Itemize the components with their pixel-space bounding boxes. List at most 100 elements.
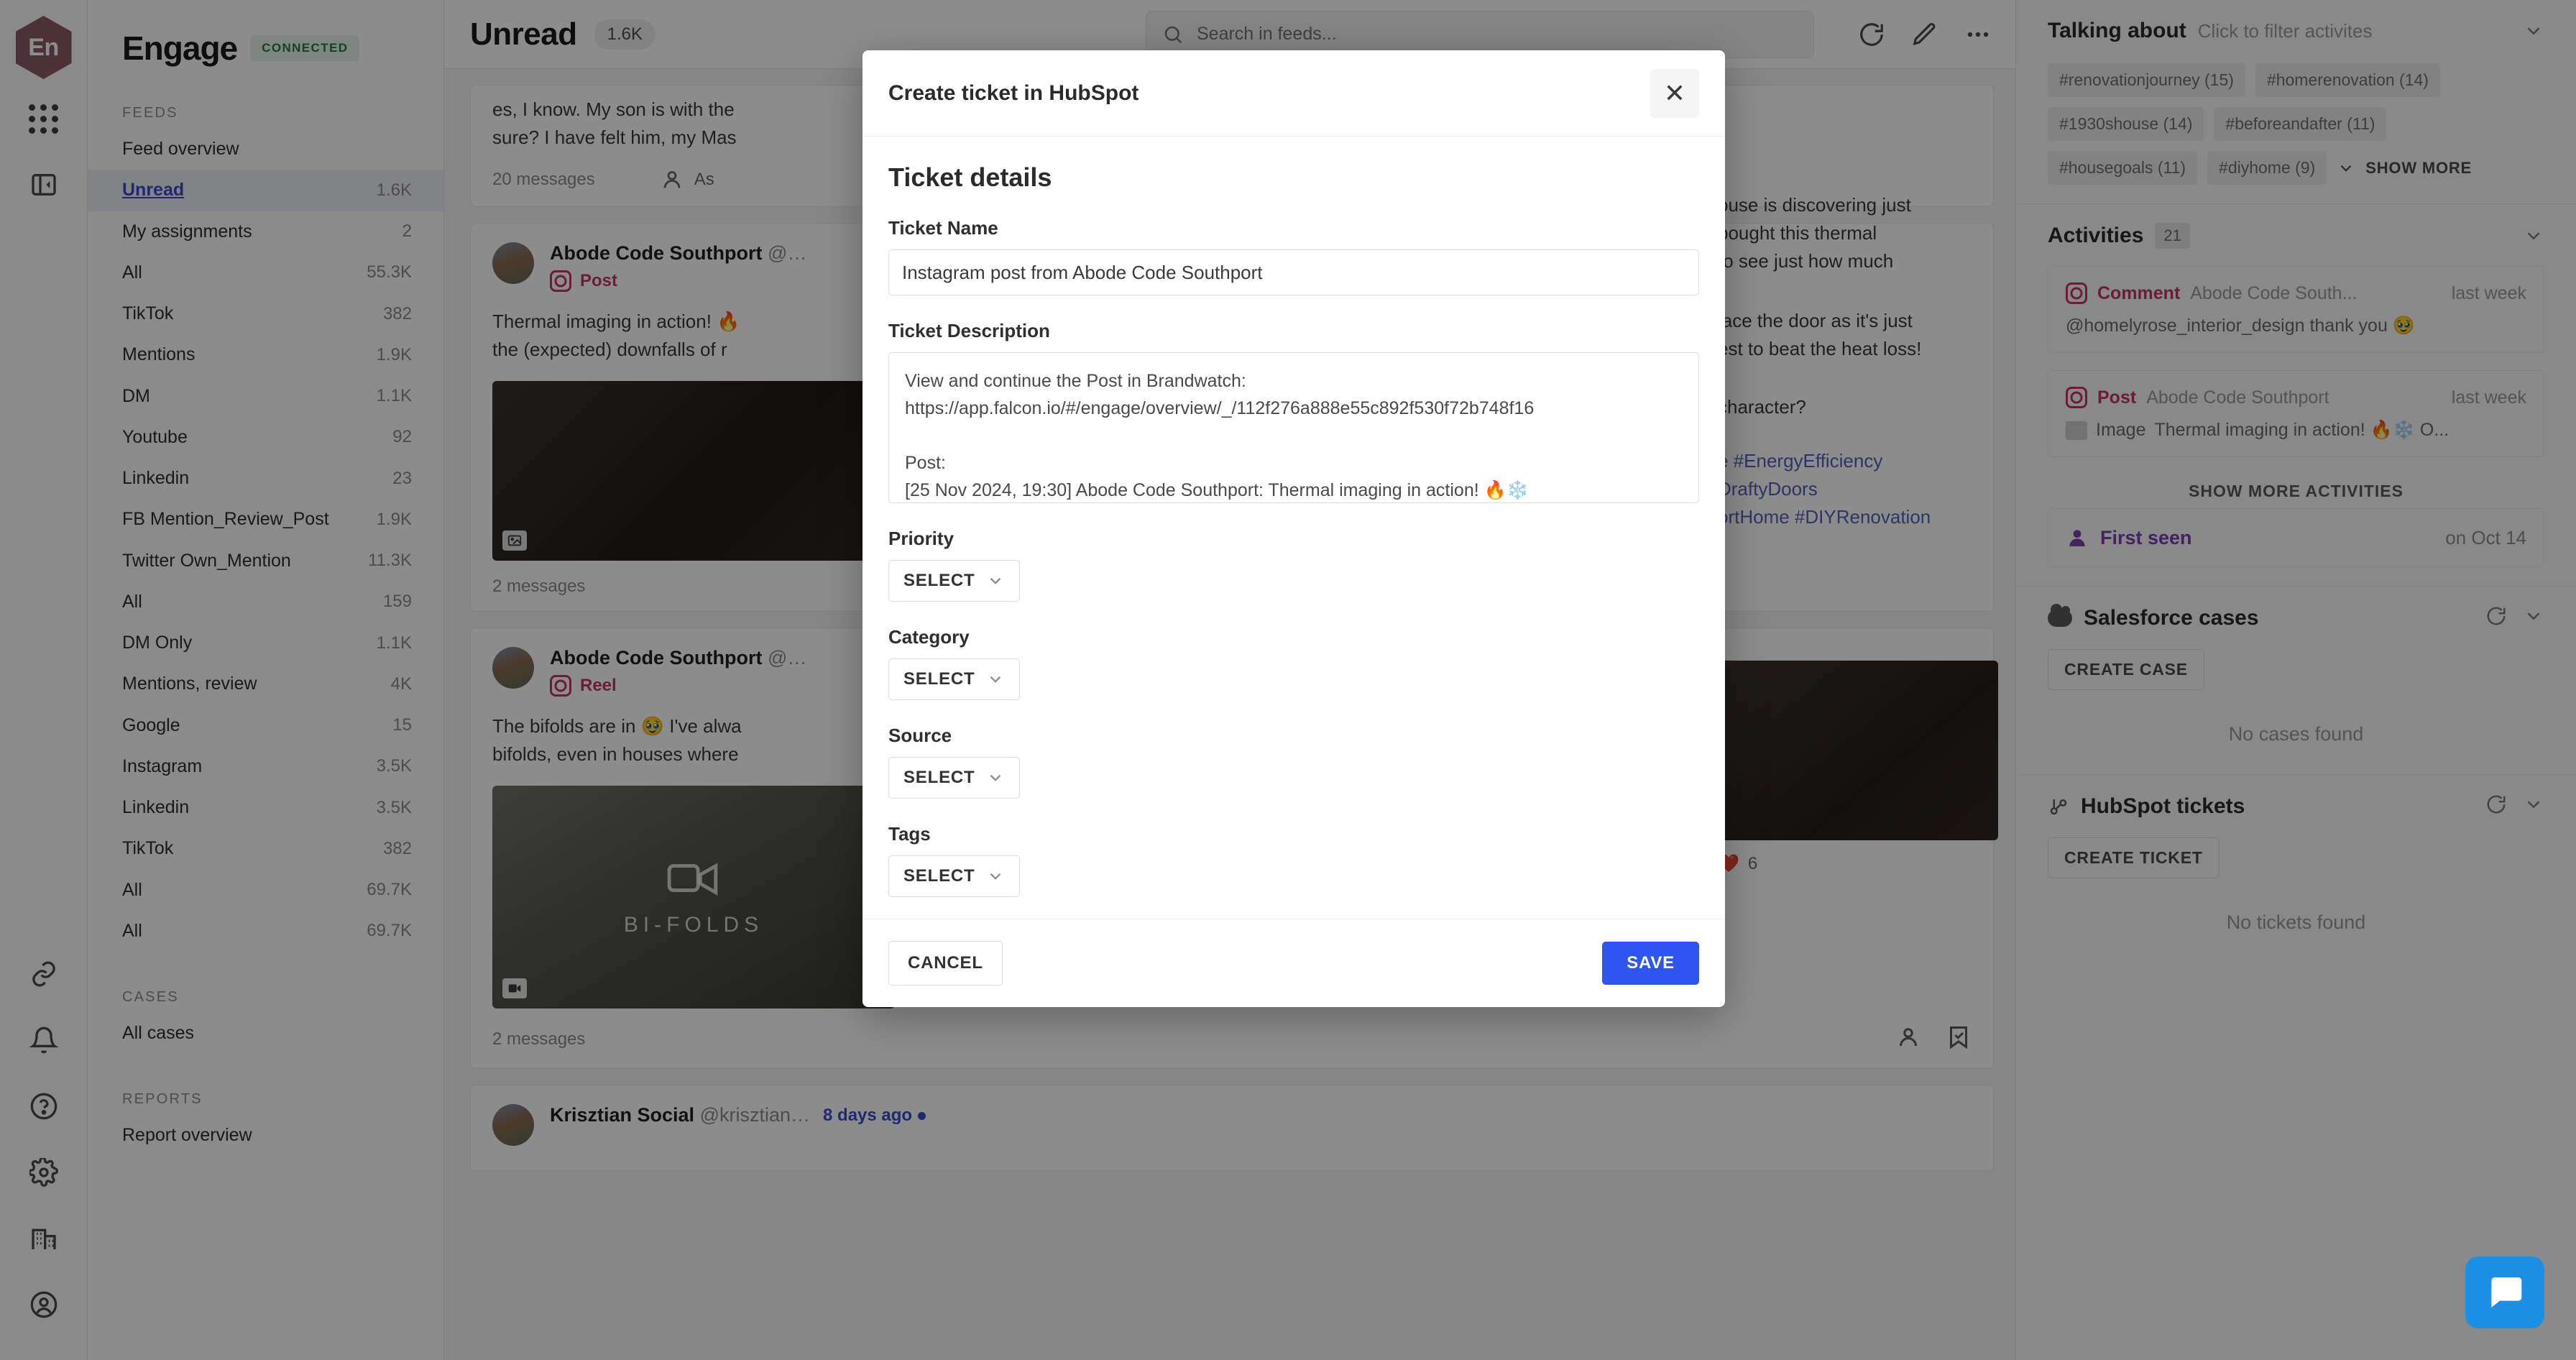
hashtag-chip[interactable]: #diyhome (9): [2207, 151, 2327, 185]
talking-about-block: Talking about Click to filter activites …: [2016, 0, 2576, 204]
tags-select[interactable]: SELECT: [888, 855, 1021, 897]
page-title: Unread: [470, 16, 577, 52]
sidebar-item-count: 69.7K: [367, 880, 412, 900]
sidebar-item-youtube[interactable]: Youtube 92: [88, 417, 443, 458]
app-logo[interactable]: En: [15, 16, 72, 79]
like-count: 6: [1747, 853, 1758, 873]
hashtag-chip[interactable]: #homerenovation (14): [2255, 63, 2440, 97]
show-more-activities-button[interactable]: SHOW MORE ACTIVITIES: [2048, 457, 2544, 508]
hashtag-chip[interactable]: #housegoals (11): [2048, 151, 2198, 185]
hubspot-tickets-block: HubSpot tickets CREATE TICKET No tickets…: [2016, 775, 2576, 962]
activity-author: Abode Code Southport: [2146, 387, 2329, 408]
account-circle-icon[interactable]: [17, 1278, 70, 1331]
activity-item[interactable]: Comment Abode Code South... last week @h…: [2048, 266, 2544, 353]
activity-item[interactable]: Post Abode Code Southport last week Imag…: [2048, 370, 2544, 457]
create-case-button[interactable]: CREATE CASE: [2048, 649, 2204, 690]
collapse-chevron-icon[interactable]: [2523, 225, 2544, 247]
link-icon[interactable]: [17, 947, 70, 1001]
card-footer: 2 messages: [492, 1024, 1972, 1054]
ticket-name-input[interactable]: [888, 249, 1699, 295]
compose-pencil-icon[interactable]: [1909, 19, 1941, 50]
refresh-icon[interactable]: [2485, 605, 2507, 630]
post-detail-pane: ouse is discovering just bought this the…: [1706, 69, 2015, 874]
gear-icon[interactable]: [17, 1146, 70, 1199]
author-name: Abode Code Southport: [550, 647, 763, 668]
close-icon[interactable]: ✕: [1650, 68, 1699, 118]
apps-grid-icon[interactable]: [17, 92, 70, 145]
priority-select[interactable]: SELECT: [888, 560, 1021, 602]
sidebar-item-my-assignments[interactable]: My assignments 2: [88, 211, 443, 252]
sidebar-item-twitter-own-mention[interactable]: Twitter Own_Mention 11.3K: [88, 541, 443, 582]
chevron-down-icon: [990, 774, 1001, 781]
chevron-down-icon: [990, 577, 1001, 584]
hashtag-chip[interactable]: #1930shouse (14): [2048, 107, 2204, 141]
ticket-description-input[interactable]: View and continue the Post in Brandwatch…: [888, 352, 1699, 503]
sidebar-item-feed-overview[interactable]: Feed overview: [88, 129, 443, 170]
activities-block: Activities 21 Comment Abode Code South..…: [2016, 204, 2576, 587]
help-circle-icon[interactable]: [17, 1080, 70, 1133]
sidebar-item-mentions-review[interactable]: Mentions, review 4K: [88, 663, 443, 704]
show-more-hashtags-button[interactable]: SHOW MORE: [2337, 159, 2472, 178]
sidebar-item-count: 3.5K: [376, 756, 412, 776]
first-seen-date: on Oct 14: [2445, 526, 2526, 548]
post-media-image[interactable]: [492, 381, 895, 561]
sidebar-item-all[interactable]: All 69.7K: [88, 911, 443, 952]
sidebar-item-all[interactable]: All 159: [88, 582, 443, 622]
message-count: 2 messages: [492, 1029, 586, 1049]
sidebar-item-count: 159: [382, 592, 412, 612]
hashtag-chip[interactable]: #renovationjourney (15): [2048, 63, 2245, 97]
building-icon[interactable]: [17, 1212, 70, 1265]
source-select[interactable]: SELECT: [888, 757, 1021, 799]
refresh-icon[interactable]: [2485, 794, 2507, 819]
sidebar-item-mentions[interactable]: Mentions 1.9K: [88, 334, 443, 375]
sidebar-item-linkedin[interactable]: Linkedin 23: [88, 458, 443, 499]
activities-count-badge: 21: [2155, 223, 2190, 249]
category-select[interactable]: SELECT: [888, 658, 1021, 700]
sidebar-item-linkedin[interactable]: Linkedin 3.5K: [88, 787, 443, 828]
sidebar-item-google[interactable]: Google 15: [88, 705, 443, 746]
create-ticket-button[interactable]: CREATE TICKET: [2048, 837, 2220, 878]
sidebar-item-tiktok[interactable]: TikTok 382: [88, 828, 443, 869]
sidebar-item-instagram[interactable]: Instagram 3.5K: [88, 746, 443, 787]
bell-icon[interactable]: [17, 1014, 70, 1067]
sidebar-item-label: Twitter Own_Mention: [122, 550, 291, 571]
feed-card[interactable]: Krisztian Social @krisztian… 8 days ago: [470, 1085, 1994, 1171]
cancel-button[interactable]: CANCEL: [888, 941, 1003, 985]
post-type-label: Post: [580, 271, 618, 290]
search-input[interactable]: [1197, 24, 1798, 45]
mark-done-icon[interactable]: [1946, 1024, 1972, 1054]
first-seen-label: First seen: [2100, 526, 2192, 548]
post-type-label: Reel: [580, 676, 617, 695]
sidebar-item-all[interactable]: All 55.3K: [88, 252, 443, 293]
activity-author: Abode Code South...: [2190, 282, 2358, 303]
activity-kind: Comment: [2097, 282, 2181, 303]
collapse-chevron-icon[interactable]: [2523, 20, 2544, 42]
person-icon: [2066, 526, 2089, 549]
assign-control[interactable]: As: [660, 167, 714, 192]
sidebar-item-all[interactable]: All 69.7K: [88, 870, 443, 911]
sidebar-item-unread[interactable]: Unread 1.6K: [88, 170, 443, 211]
ticket-name-label: Ticket Name: [888, 217, 998, 239]
sidebar-item-fb-mention-review-post[interactable]: FB Mention_Review_Post 1.9K: [88, 499, 443, 540]
sidebar-item-all-cases[interactable]: All cases: [88, 1013, 443, 1054]
hashtag-chip[interactable]: #beforeandafter (11): [2214, 107, 2387, 141]
post-media-video[interactable]: BI-FOLDS: [492, 786, 895, 1008]
icon-rail: En: [0, 0, 88, 1360]
detail-line-4: lace the door as it's just: [1718, 310, 1913, 331]
sidebar-item-label: Instagram: [122, 755, 203, 776]
video-badge-icon: [502, 978, 527, 998]
refresh-icon[interactable]: [1856, 19, 1887, 50]
sidebar-item-tiktok[interactable]: TikTok 382: [88, 293, 443, 334]
chat-support-button[interactable]: [2465, 1256, 2544, 1328]
detail-media-image[interactable]: [1718, 661, 1998, 840]
assignee-icon[interactable]: [1895, 1024, 1921, 1054]
collapse-chevron-icon[interactable]: [2523, 794, 2544, 819]
sidebar-item-report-overview[interactable]: Report overview: [88, 1115, 443, 1156]
save-button[interactable]: SAVE: [1602, 942, 1699, 985]
sidebar-item-dm-only[interactable]: DM Only 1.1K: [88, 622, 443, 663]
panel-toggle-icon[interactable]: [17, 158, 70, 211]
sidebar-item-dm[interactable]: DM 1.1K: [88, 376, 443, 417]
collapse-chevron-icon[interactable]: [2523, 605, 2544, 630]
more-options-icon[interactable]: [1962, 19, 1994, 50]
sidebar-section-label: CASES: [122, 989, 179, 1005]
